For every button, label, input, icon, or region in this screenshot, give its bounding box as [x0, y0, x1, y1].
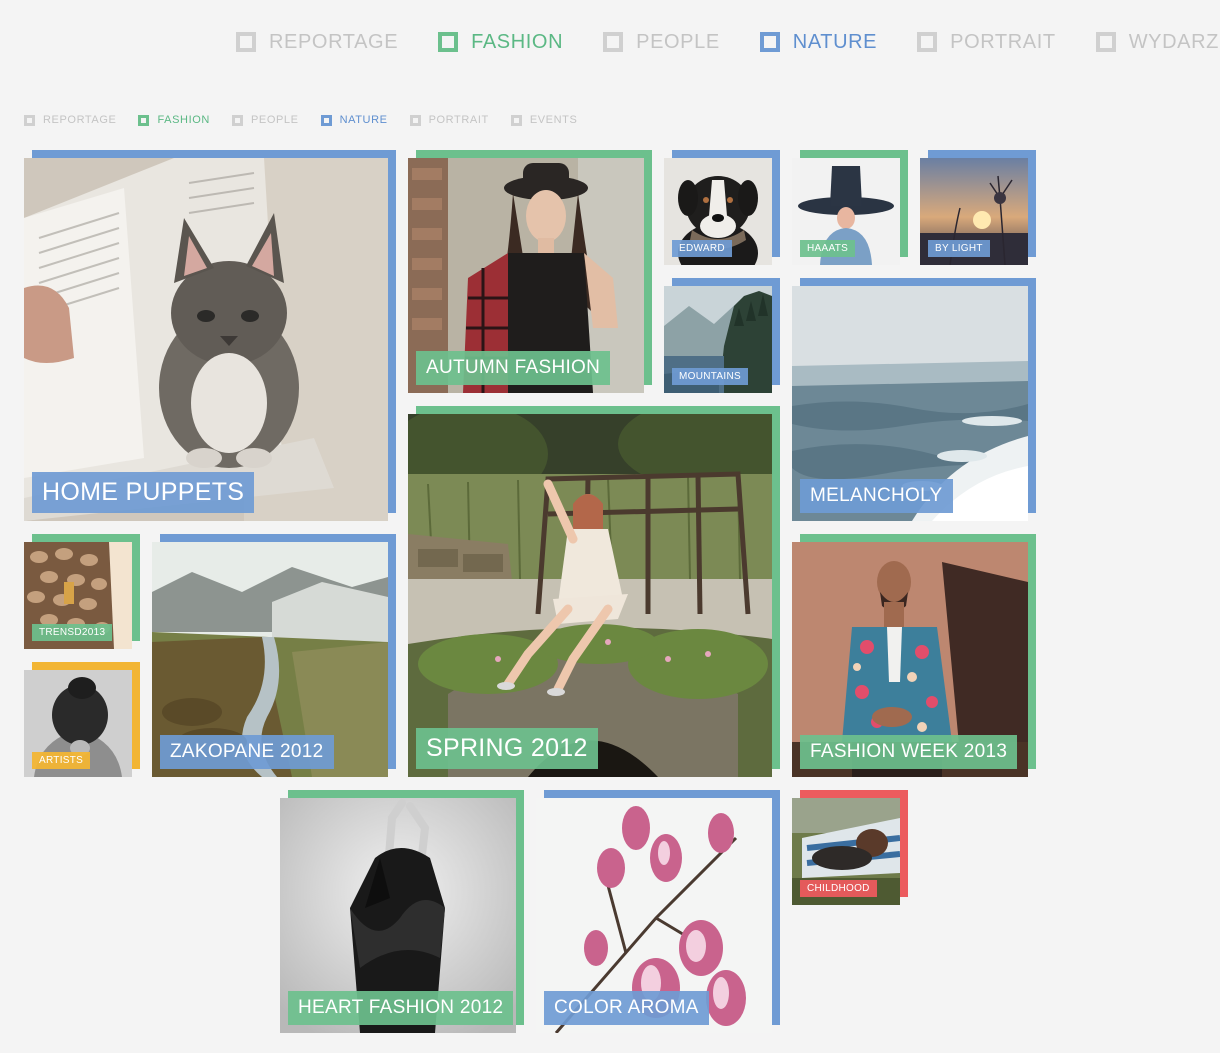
filter-people[interactable]: PEOPLE [603, 31, 720, 54]
filter-reportage[interactable]: REPORTAGE [236, 31, 398, 54]
filter-label: REPORTAGE [43, 114, 117, 126]
tile-title: EDWARD [672, 240, 732, 257]
category-filter-bar-small: REPORTAGE FASHION PEOPLE NATURE PORTRAIT… [24, 111, 599, 129]
filter-label: NATURE [339, 114, 388, 126]
filter-portrait[interactable]: PORTRAIT [917, 31, 1056, 54]
filter-fashion[interactable]: FASHION [438, 31, 563, 54]
filter-label: FASHION [157, 114, 210, 126]
category-filter-bar-large: REPORTAGE FASHION PEOPLE NATURE PORTRAIT… [236, 27, 1220, 57]
checkbox-icon[interactable] [236, 32, 256, 52]
gallery-tile-trensd2013[interactable]: TRENSD2013 [24, 534, 140, 649]
filter-reportage[interactable]: REPORTAGE [24, 114, 116, 126]
filter-people[interactable]: PEOPLE [231, 114, 299, 126]
girl-on-bridge-photo [408, 414, 772, 777]
gallery-tile-heart-fashion-2012[interactable]: HEART FASHION 2012 [280, 790, 524, 1033]
gallery-tile-zakopane-2012[interactable]: ZAKOPANE 2012 [152, 534, 396, 777]
filter-label: WYDARZENIA [1128, 30, 1220, 53]
filter-portrait[interactable]: PORTRAIT [409, 114, 489, 126]
checkbox-icon[interactable] [138, 114, 150, 126]
gallery-tile-haaats[interactable]: HAAATS [792, 150, 908, 265]
checkbox-icon[interactable] [917, 32, 938, 52]
checkbox-icon[interactable] [24, 114, 35, 126]
checkbox-icon[interactable] [320, 114, 332, 126]
checkbox-icon[interactable] [409, 114, 421, 126]
tile-title: MOUNTAINS [672, 368, 748, 385]
gallery-tile-autumn-fashion[interactable]: AUTUMN FASHION [408, 150, 652, 393]
tile-title: AUTUMN FASHION [416, 351, 611, 385]
filter-label: PORTRAIT [428, 114, 489, 126]
tile-title: BY LIGHT [928, 240, 990, 257]
checkbox-icon[interactable] [603, 32, 624, 52]
gallery-tile-artists[interactable]: ARTISTS [24, 662, 140, 777]
gallery-tile-fashion-week-2013[interactable]: FASHION WEEK 2013 [792, 534, 1036, 777]
filter-label: EVENTS [529, 114, 578, 126]
tile-title: CHILDHOOD [800, 880, 877, 897]
tile-title: SPRING 2012 [416, 728, 598, 769]
filter-nature[interactable]: NATURE [759, 30, 878, 54]
filter-label: PEOPLE [636, 30, 720, 53]
filter-label: PORTRAIT [950, 30, 1056, 53]
gallery-tile-spring-2012[interactable]: SPRING 2012 [408, 406, 780, 777]
gallery-tile-by-light[interactable]: BY LIGHT [920, 150, 1036, 265]
gallery-tile-edward[interactable]: EDWARD [664, 150, 780, 265]
tile-title: COLOR AROMA [544, 991, 709, 1025]
checkbox-icon[interactable] [1095, 32, 1116, 52]
tile-title: HEART FASHION 2012 [288, 991, 514, 1025]
tile-title: MELANCHOLY [800, 479, 953, 513]
gallery-tile-mountains[interactable]: MOUNTAINS [664, 278, 780, 393]
gallery-tile-color-aroma[interactable]: COLOR AROMA [536, 790, 780, 1033]
checkbox-icon[interactable] [231, 114, 243, 126]
filter-fashion[interactable]: FASHION [138, 114, 210, 126]
checkbox-icon[interactable] [510, 114, 522, 126]
tile-title: ZAKOPANE 2012 [160, 735, 334, 769]
tile-title: ARTISTS [32, 752, 91, 769]
tile-title: FASHION WEEK 2013 [800, 735, 1018, 769]
gallery-tile-melancholy[interactable]: MELANCHOLY [792, 278, 1036, 521]
tile-title: TRENSD2013 [32, 624, 113, 641]
filter-nature[interactable]: NATURE [320, 114, 388, 126]
gallery-tile-childhood[interactable]: CHILDHOOD [792, 790, 908, 905]
tile-title: HOME PUPPETS [32, 472, 255, 513]
kitten-photo [24, 158, 388, 521]
filter-label: NATURE [792, 30, 878, 53]
filter-label: PEOPLE [250, 114, 299, 126]
filter-events[interactable]: EVENTS [510, 114, 578, 126]
gallery-tile-home-puppets[interactable]: HOME PUPPETS [24, 150, 396, 521]
filter-label: REPORTAGE [269, 30, 399, 53]
filter-wydarzenia[interactable]: WYDARZENIA [1095, 30, 1220, 54]
tile-title: HAAATS [800, 240, 856, 257]
filter-label: FASHION [471, 30, 564, 53]
checkbox-icon[interactable] [759, 32, 780, 52]
checkbox-icon[interactable] [438, 32, 459, 52]
